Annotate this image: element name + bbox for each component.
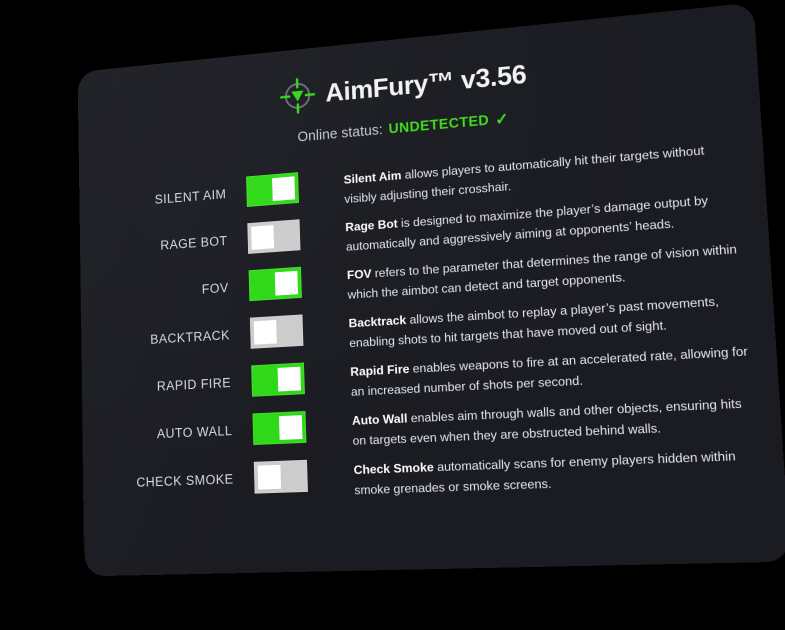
feature-description-term: Check Smoke [353, 460, 435, 478]
feature-description-term: Rapid Fire [350, 361, 410, 379]
check-icon: ✓ [494, 111, 509, 129]
cheat-menu-panel-wrapper: AimFury™ v3.56 Online status: UNDETECTED… [77, 2, 785, 577]
toggle-backtrack[interactable] [249, 314, 304, 349]
feature-description-term: Silent Aim [343, 168, 402, 187]
toggle-rage-bot[interactable] [247, 219, 301, 254]
feature-description-term: Auto Wall [351, 411, 408, 428]
toggle-knob [253, 319, 277, 345]
toggle-knob [278, 415, 303, 440]
toggle-fov[interactable] [248, 266, 302, 302]
crosshair-target-icon [277, 74, 317, 118]
toggle-silent-aim[interactable] [246, 172, 300, 207]
toggle-knob [274, 270, 299, 296]
feature-label-silent-aim: SILENT AIM [154, 186, 227, 207]
screen-background: AimFury™ v3.56 Online status: UNDETECTED… [0, 0, 785, 630]
feature-label-check-smoke: CHECK SMOKE [136, 471, 234, 490]
feature-description-term: FOV [346, 266, 372, 283]
toggle-auto-wall[interactable] [252, 410, 307, 446]
feature-list: SILENT AIM Silent Aim allows players to a… [79, 129, 785, 511]
toggle-check-smoke[interactable] [253, 459, 308, 494]
toggle-knob [277, 366, 301, 392]
status-value: UNDETECTED [388, 112, 490, 138]
feature-label-auto-wall: AUTO WALL [156, 423, 233, 442]
page-title: AimFury™ v3.56 [324, 58, 527, 107]
status-label: Online status: [297, 122, 384, 146]
toggle-knob [272, 176, 296, 202]
cheat-menu-panel: AimFury™ v3.56 Online status: UNDETECTED… [77, 2, 785, 577]
toggle-rapid-fire[interactable] [251, 362, 305, 397]
toggle-knob [257, 464, 282, 490]
feature-description-term: Rage Bot [345, 216, 398, 235]
feature-description-term: Backtrack [348, 313, 407, 331]
toggle-knob [251, 225, 275, 250]
